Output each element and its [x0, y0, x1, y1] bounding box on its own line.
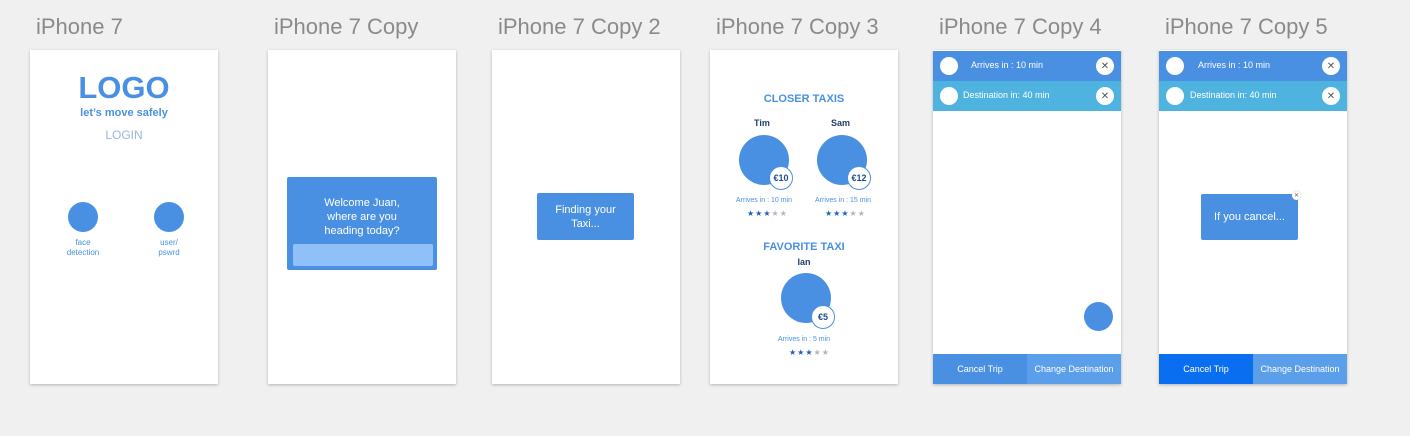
arrives-text: Arrives in : 10 min — [971, 60, 1044, 70]
artboard-taxis: CLOSER TAXIS Tim €10 Arrives in : 10 min… — [710, 50, 898, 384]
login-link[interactable]: LOGIN — [30, 128, 218, 142]
action-fab[interactable] — [1084, 302, 1113, 331]
destination-dot — [1166, 87, 1184, 105]
welcome-message: Welcome Juan, where are you heading toda… — [287, 196, 437, 238]
destination-bar: Destination in: 40 min ✕ — [1159, 81, 1347, 111]
destination-text: Destination in: 40 min — [963, 90, 1050, 100]
favorite-taxi-title: FAVORITE TAXI — [763, 241, 845, 253]
user-password-button[interactable] — [154, 202, 184, 232]
logo: LOGO — [78, 70, 170, 105]
finding-line-1: Finding your — [555, 204, 616, 216]
driver-name-sam: Sam — [831, 118, 851, 128]
arrives-bar: Arrives in : 10 min ✕ — [1159, 51, 1347, 81]
cancel-prompt-text: If you cancel... — [1214, 211, 1285, 223]
face-label-line-2: detection — [66, 248, 100, 257]
arrives-text: Arrives in : 10 min — [1198, 60, 1271, 70]
close-icon[interactable]: ✕ — [1096, 87, 1114, 105]
artboard-label-6: iPhone 7 Copy 5 — [1165, 14, 1328, 39]
artboard-label-1: iPhone 7 — [36, 14, 123, 39]
arrives-ian: Arrives in : 5 min — [777, 336, 831, 343]
welcome-line-2: where are you — [327, 211, 397, 223]
finding-taxi-card: Finding your Taxi... — [537, 193, 634, 240]
price-badge-ian: €5 — [811, 305, 835, 329]
destination-dot — [940, 87, 958, 105]
finding-line-2: Taxi... — [571, 218, 600, 230]
welcome-line-1: Welcome Juan, — [324, 197, 400, 209]
arrives-dot — [1166, 57, 1184, 75]
rating-sam: ★★★★★ — [825, 209, 866, 218]
cancel-trip-button[interactable]: Cancel Trip — [1159, 354, 1253, 384]
artboard-login: LOGO let’s move safely LOGIN face detect… — [30, 50, 218, 384]
face-label-line-1: face — [75, 238, 91, 247]
close-icon[interactable]: ✕ — [1322, 57, 1340, 75]
user-password-label: user/ pswrd — [139, 238, 199, 258]
artboard-label-3: iPhone 7 Copy 2 — [498, 14, 661, 39]
change-destination-button[interactable]: Change Destination — [1253, 354, 1347, 384]
close-icon[interactable]: ✕ — [1292, 191, 1301, 200]
price-badge-tim: €10 — [769, 166, 793, 190]
destination-text: Destination in: 40 min — [1190, 90, 1277, 100]
rating-ian: ★★★★★ — [789, 348, 830, 357]
user-label-line-1: user/ — [160, 238, 178, 247]
artboard-trip-cancel: Arrives in : 10 min ✕ Destination in: 40… — [1159, 50, 1347, 384]
tagline: let’s move safely — [80, 107, 168, 119]
arrives-bar: Arrives in : 10 min ✕ — [933, 51, 1121, 81]
arrives-tim: Arrives in : 10 min — [735, 197, 793, 204]
face-detection-label: face detection — [53, 238, 113, 258]
welcome-card: Welcome Juan, where are you heading toda… — [287, 177, 437, 270]
driver-name-ian: Ian — [797, 257, 811, 267]
close-icon[interactable]: ✕ — [1096, 57, 1114, 75]
artboard-label-5: iPhone 7 Copy 4 — [939, 14, 1102, 39]
arrives-dot — [940, 57, 958, 75]
cancel-trip-button[interactable]: Cancel Trip — [933, 354, 1027, 384]
welcome-line-3: heading today? — [324, 225, 400, 237]
change-destination-button[interactable]: Change Destination — [1027, 354, 1121, 384]
driver-name-tim: Tim — [754, 118, 770, 128]
close-icon[interactable]: ✕ — [1322, 87, 1340, 105]
artboard-label-4: iPhone 7 Copy 3 — [716, 14, 879, 39]
closer-taxis-title: CLOSER TAXIS — [763, 93, 845, 105]
rating-tim: ★★★★★ — [747, 209, 788, 218]
artboard-label-2: iPhone 7 Copy — [274, 14, 419, 39]
price-badge-sam: €12 — [847, 166, 871, 190]
cancel-prompt-card: If you cancel... — [1201, 194, 1298, 240]
destination-bar: Destination in: 40 min ✕ — [933, 81, 1121, 111]
artboard-welcome: Welcome Juan, where are you heading toda… — [268, 50, 456, 384]
artboard-trip: Arrives in : 10 min ✕ Destination in: 40… — [933, 50, 1121, 384]
destination-input[interactable] — [293, 244, 433, 266]
artboard-finding: Finding your Taxi... — [492, 50, 680, 384]
user-label-line-2: pswrd — [158, 248, 180, 257]
face-detection-button[interactable] — [68, 202, 98, 232]
arrives-sam: Arrives in : 15 min — [814, 197, 872, 204]
